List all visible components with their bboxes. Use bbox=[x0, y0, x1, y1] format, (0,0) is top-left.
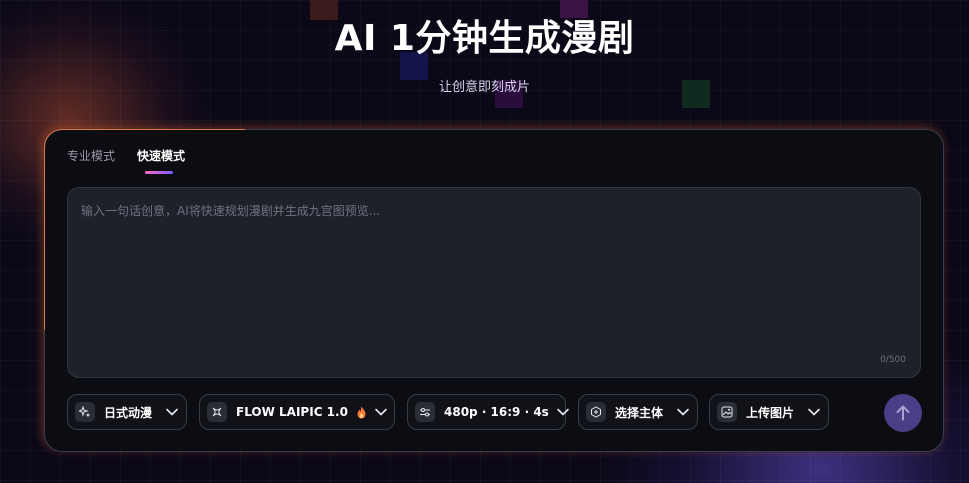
chevron-down-icon bbox=[158, 408, 178, 416]
subject-label: 选择主体 bbox=[615, 405, 664, 420]
page-title: AI 1分钟生成漫剧 bbox=[334, 18, 635, 59]
send-button[interactable] bbox=[884, 394, 922, 432]
image-upload-icon bbox=[717, 402, 737, 422]
chevron-down-icon bbox=[800, 408, 820, 416]
arrow-up-icon bbox=[896, 405, 910, 421]
prompt-box: 0/500 bbox=[67, 187, 921, 378]
upload-image-dropdown[interactable]: 上传图片 bbox=[709, 394, 829, 430]
prompt-input[interactable] bbox=[68, 188, 920, 377]
tab-pro-mode[interactable]: 专业模式 bbox=[67, 147, 115, 172]
sparkles-icon bbox=[75, 402, 95, 422]
style-label: 日式动漫 bbox=[104, 405, 153, 420]
video-settings-dropdown[interactable]: 480p · 16:9 · 4s bbox=[407, 394, 569, 430]
fire-icon bbox=[356, 406, 367, 419]
style-dropdown[interactable]: 日式动漫 bbox=[67, 394, 187, 430]
video-settings-label: 480p · 16:9 · 4s bbox=[444, 405, 549, 419]
sliders-icon bbox=[415, 402, 435, 422]
chevron-down-icon bbox=[669, 408, 689, 416]
active-tab-indicator bbox=[145, 171, 174, 174]
mode-tabs: 专业模式 快速模式 bbox=[67, 147, 186, 174]
subject-dropdown[interactable]: 选择主体 bbox=[578, 394, 698, 430]
tab-quick-mode[interactable]: 快速模式 bbox=[137, 147, 186, 174]
upload-image-label: 上传图片 bbox=[746, 405, 795, 420]
chevron-down-icon bbox=[367, 408, 387, 416]
page-subtitle: 让创意即刻成片 bbox=[438, 80, 530, 95]
chevron-down-icon bbox=[549, 408, 569, 416]
tab-label: 专业模式 bbox=[67, 149, 116, 163]
model-icon bbox=[207, 402, 227, 422]
generator-card: 专业模式 快速模式 0/500 日式动漫 FLOW LAIPIC 1.0 bbox=[44, 129, 944, 452]
tab-label: 快速模式 bbox=[137, 149, 186, 163]
char-counter: 0/500 bbox=[880, 355, 906, 365]
model-dropdown[interactable]: FLOW LAIPIC 1.0 bbox=[199, 394, 395, 430]
subject-add-icon bbox=[586, 402, 606, 422]
options-toolbar: 日式动漫 FLOW LAIPIC 1.0 480p · 16:9 · 4s 选择… bbox=[67, 394, 922, 432]
model-label: FLOW LAIPIC 1.0 bbox=[236, 405, 348, 419]
